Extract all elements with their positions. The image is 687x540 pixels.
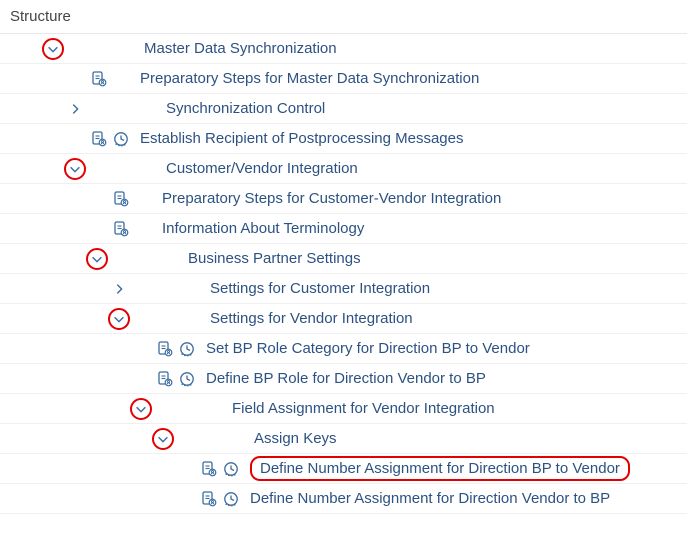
tree-row[interactable]: Settings for Customer Integration bbox=[0, 274, 687, 304]
tree-item-label[interactable]: Set BP Role Category for Direction BP to… bbox=[198, 340, 530, 357]
tree-item-label[interactable]: Establish Recipient of Postprocessing Me… bbox=[132, 130, 464, 147]
tree-item-label[interactable]: Preparatory Steps for Customer-Vendor In… bbox=[154, 190, 501, 207]
tree-row[interactable]: Define Number Assignment for Direction B… bbox=[0, 454, 687, 484]
tree-item-label[interactable]: Assign Keys bbox=[246, 430, 337, 447]
tree-row[interactable]: Information About Terminology bbox=[0, 214, 687, 244]
tree-item-label[interactable]: Synchronization Control bbox=[158, 100, 325, 117]
tree-item-label[interactable]: Business Partner Settings bbox=[180, 250, 361, 267]
chevron-down-icon[interactable] bbox=[128, 402, 154, 416]
tree-row[interactable]: Business Partner Settings bbox=[0, 244, 687, 274]
activity-icon bbox=[176, 340, 198, 358]
tree-row[interactable]: Customer/Vendor Integration bbox=[0, 154, 687, 184]
chevron-down-icon[interactable] bbox=[106, 312, 132, 326]
structure-header: Structure bbox=[0, 0, 687, 34]
tree-row[interactable]: Synchronization Control bbox=[0, 94, 687, 124]
document-icon bbox=[88, 130, 110, 148]
chevron-down-icon[interactable] bbox=[62, 162, 88, 176]
tree-row[interactable]: Define Number Assignment for Direction V… bbox=[0, 484, 687, 514]
activity-icon bbox=[176, 370, 198, 388]
tree-row[interactable]: Preparatory Steps for Customer-Vendor In… bbox=[0, 184, 687, 214]
activity-icon bbox=[220, 460, 242, 478]
tree-row[interactable]: Define BP Role for Direction Vendor to B… bbox=[0, 364, 687, 394]
document-icon bbox=[154, 340, 176, 358]
tree-item-label[interactable]: Define BP Role for Direction Vendor to B… bbox=[198, 370, 486, 387]
chevron-down-icon[interactable] bbox=[84, 252, 110, 266]
tree-view: Master Data Synchronization Preparatory S… bbox=[0, 34, 687, 514]
tree-item-label[interactable]: Settings for Vendor Integration bbox=[202, 310, 413, 327]
structure-header-text: Structure bbox=[10, 8, 71, 25]
tree-row[interactable]: Establish Recipient of Postprocessing Me… bbox=[0, 124, 687, 154]
document-icon bbox=[110, 220, 132, 238]
highlight-box: Define Number Assignment for Direction B… bbox=[250, 456, 630, 481]
tree-item-label[interactable]: Master Data Synchronization bbox=[136, 40, 337, 57]
tree-item-label[interactable]: Information About Terminology bbox=[154, 220, 364, 237]
tree-item-label[interactable]: Define Number Assignment for Direction B… bbox=[242, 460, 630, 477]
activity-icon bbox=[110, 130, 132, 148]
tree-row[interactable]: Settings for Vendor Integration bbox=[0, 304, 687, 334]
tree-row[interactable]: Preparatory Steps for Master Data Synchr… bbox=[0, 64, 687, 94]
activity-icon bbox=[220, 490, 242, 508]
document-icon bbox=[198, 460, 220, 478]
tree-row[interactable]: Assign Keys bbox=[0, 424, 687, 454]
tree-row[interactable]: Set BP Role Category for Direction BP to… bbox=[0, 334, 687, 364]
document-icon bbox=[88, 70, 110, 88]
tree-item-label[interactable]: Preparatory Steps for Master Data Synchr… bbox=[132, 70, 479, 87]
document-icon bbox=[198, 490, 220, 508]
tree-item-label[interactable]: Settings for Customer Integration bbox=[202, 280, 430, 297]
tree-item-label[interactable]: Customer/Vendor Integration bbox=[158, 160, 358, 177]
document-icon bbox=[110, 190, 132, 208]
chevron-right-icon[interactable] bbox=[62, 102, 88, 116]
tree-item-label[interactable]: Field Assignment for Vendor Integration bbox=[224, 400, 495, 417]
tree-item-label[interactable]: Define Number Assignment for Direction V… bbox=[242, 490, 610, 507]
chevron-right-icon[interactable] bbox=[106, 282, 132, 296]
chevron-down-icon[interactable] bbox=[40, 42, 66, 56]
document-icon bbox=[154, 370, 176, 388]
chevron-down-icon[interactable] bbox=[150, 432, 176, 446]
tree-row[interactable]: Field Assignment for Vendor Integration bbox=[0, 394, 687, 424]
tree-row[interactable]: Master Data Synchronization bbox=[0, 34, 687, 64]
